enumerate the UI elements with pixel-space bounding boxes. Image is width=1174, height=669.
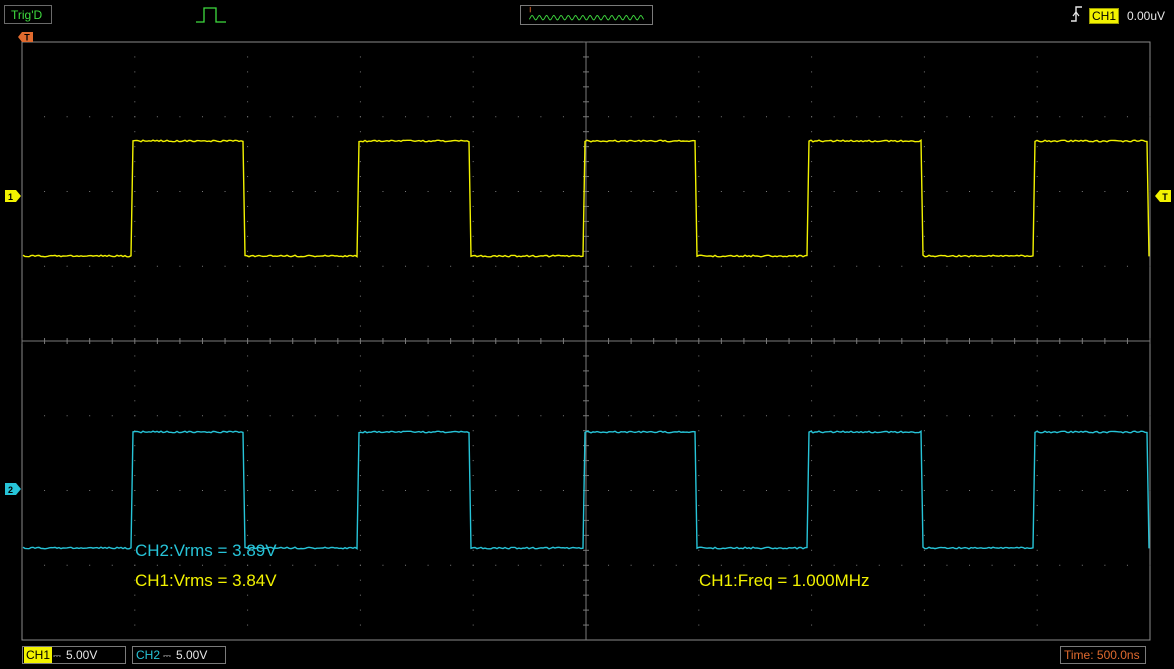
- ch1-offset-marker[interactable]: 1: [5, 190, 21, 202]
- trigger-marker-label: T: [24, 33, 30, 43]
- dc-coupling-icon: ⎓: [163, 651, 171, 662]
- dc-coupling-icon: ⎓: [53, 651, 61, 662]
- ch1-marker-label: 1: [8, 192, 13, 202]
- oscilloscope-screen[interactable]: T 1 T 2: [0, 0, 1174, 669]
- timebase-label[interactable]: Time: 500.0ns: [1060, 646, 1146, 664]
- trigger-level-marker-label: T: [1162, 192, 1168, 202]
- ch2-vrms-measurement: CH2:Vrms = 3.89V: [135, 541, 277, 560]
- trigger-level-marker[interactable]: T: [1155, 190, 1171, 202]
- ch1-tag: CH1: [24, 647, 53, 663]
- ch2-offset-marker[interactable]: 2: [5, 483, 21, 495]
- ch1-scale-value: 5.00V: [66, 648, 98, 662]
- ch2-tag: CH2: [136, 648, 161, 662]
- ch2-marker-label: 2: [8, 485, 13, 495]
- ch2-scale-value: 5.00V: [176, 648, 208, 662]
- trigger-time-marker[interactable]: T: [18, 32, 33, 43]
- ch2-scale-box[interactable]: CH2 ⎓ 5.00V: [132, 646, 226, 664]
- ch1-freq-measurement: CH1:Freq = 1.000MHz: [699, 571, 870, 590]
- ch1-scale-box[interactable]: CH1 ⎓ 5.00V: [22, 646, 126, 664]
- ch1-vrms-measurement: CH1:Vrms = 3.84V: [135, 571, 277, 590]
